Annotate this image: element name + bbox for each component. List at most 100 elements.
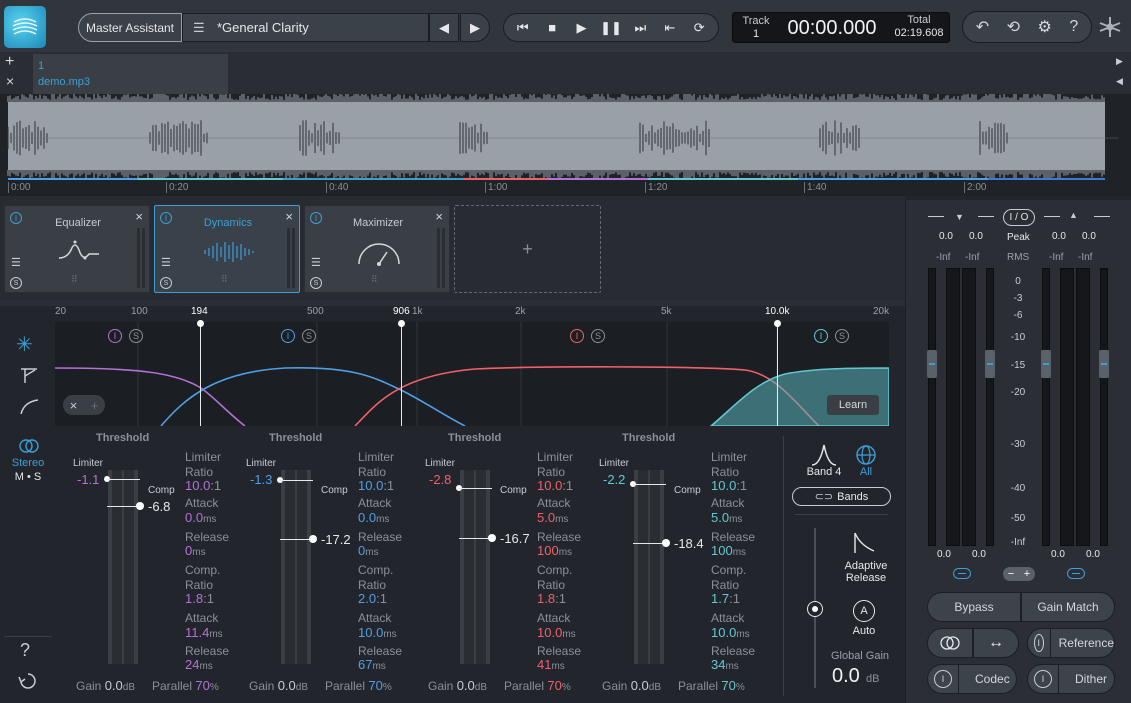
comp-attack-value[interactable]: 10.0ms (358, 625, 397, 640)
loop-button[interactable]: ⟳ (685, 20, 713, 36)
list-icon[interactable]: ☰ (161, 256, 171, 269)
comp-ratio-value[interactable]: 1.8:1 (185, 591, 214, 606)
parallel-control[interactable]: Parallel 70% (504, 678, 571, 693)
gain-match-button[interactable]: Gain Match (1021, 592, 1115, 622)
dither-power-icon[interactable]: I (1034, 670, 1052, 688)
band4-solo-icon[interactable]: S (835, 329, 849, 343)
comp-release-value[interactable]: 67ms (358, 657, 386, 672)
comp-threshold-handle[interactable] (136, 502, 144, 510)
limiter-threshold-value[interactable]: -1.3 (250, 472, 272, 487)
limiter-ratio-value[interactable]: 10.0:1 (358, 478, 394, 493)
limiter-ratio-value[interactable]: 10.0:1 (537, 478, 573, 493)
swap-channels-button[interactable]: ↔ (973, 628, 1019, 658)
output-gain-handle[interactable] (1041, 350, 1051, 378)
input-link-icon[interactable] (953, 568, 971, 579)
drag-handle-icon[interactable]: ⠿ (371, 274, 378, 285)
minus-icon[interactable]: − (1008, 568, 1014, 580)
solo-icon[interactable]: S (160, 277, 172, 289)
history-icon[interactable]: ⟲ (1007, 17, 1020, 37)
gain-control[interactable]: Gain 0.0dB (428, 678, 487, 693)
io-toggle[interactable]: I / O (1003, 209, 1035, 226)
band2-power-icon[interactable]: I (281, 329, 295, 343)
scroll-left-icon[interactable]: ◀ (1116, 76, 1123, 87)
loop-region-button[interactable]: ⇤ (656, 20, 684, 36)
crossover-line[interactable] (777, 322, 778, 426)
crossover-handle[interactable] (398, 320, 405, 327)
add-module-slot[interactable]: + (454, 205, 601, 293)
limiter-threshold-value[interactable]: -2.8 (429, 472, 451, 487)
comp-threshold-value[interactable]: -18.4 (674, 536, 704, 551)
link-bands-button[interactable]: ⊂⊃ Bands (792, 487, 891, 506)
limiter-attack-value[interactable]: 0.0ms (358, 510, 389, 525)
comp-ratio-value[interactable]: 1.7:1 (711, 591, 740, 606)
band1-power-icon[interactable]: I (108, 329, 122, 343)
comp-attack-value[interactable]: 10.0ms (537, 625, 576, 640)
input-down-icon[interactable]: ▼ (955, 212, 964, 222)
limiter-release-value[interactable]: 0ms (185, 543, 206, 558)
output-up-icon[interactable]: ▲ (1069, 210, 1078, 220)
band-add-remove[interactable]: × + (63, 395, 105, 415)
comp-threshold-handle[interactable] (488, 534, 496, 542)
plus-icon[interactable]: + (1024, 568, 1030, 580)
comp-threshold-value[interactable]: -6.8 (148, 499, 170, 514)
module-equalizer[interactable]: I Equalizer × ☰ S ⠿ (4, 205, 150, 293)
input-gain-handle-r[interactable] (985, 350, 995, 378)
limiter-release-value[interactable]: 0ms (358, 543, 379, 558)
crossover-mode-icon[interactable] (18, 366, 40, 386)
curve-mode-icon[interactable] (18, 396, 40, 416)
comp-release-value[interactable]: 41ms (537, 657, 565, 672)
next-track-button[interactable]: ⏭ (626, 20, 654, 36)
rewind-button[interactable]: ⏮ (509, 20, 537, 36)
comp-release-value[interactable]: 34ms (711, 657, 739, 672)
help-button[interactable]: ? (20, 640, 30, 661)
module-dynamics[interactable]: I Dynamics × ☰ S ⠿ (154, 205, 300, 293)
input-gain-slider-r[interactable] (986, 268, 994, 546)
drag-handle-icon[interactable]: ⠿ (221, 274, 228, 285)
add-file-button[interactable]: + (5, 53, 14, 71)
gain-control[interactable]: Gain 0.0dB (602, 678, 661, 693)
solo-icon[interactable]: S (310, 277, 322, 289)
comp-threshold-value[interactable]: -16.7 (500, 531, 530, 546)
file-tab[interactable]: 1 demo.mp3 (33, 54, 228, 94)
undo-icon[interactable]: ↶ (976, 17, 989, 37)
band2-solo-icon[interactable]: S (302, 329, 316, 343)
comp-release-value[interactable]: 24ms (185, 657, 213, 672)
auto-icon[interactable]: A (853, 600, 875, 622)
bypass-button[interactable]: Bypass (927, 592, 1021, 622)
pause-button[interactable]: ❚❚ (597, 20, 625, 36)
remove-band-icon[interactable]: × (70, 398, 78, 413)
parallel-control[interactable]: Parallel 70% (325, 678, 392, 693)
close-icon[interactable]: × (135, 209, 143, 224)
adaptive-release-icon[interactable] (852, 531, 876, 555)
limiter-ratio-value[interactable]: 10.0:1 (711, 478, 747, 493)
auto-label[interactable]: Auto (844, 625, 884, 637)
crossover-spectrum[interactable]: × + Learn (55, 322, 889, 426)
list-icon[interactable]: ☰ (311, 256, 321, 269)
parallel-control[interactable]: Parallel 70% (152, 678, 219, 693)
scroll-right-icon[interactable]: ▶ (1116, 56, 1123, 67)
threshold-meter[interactable] (634, 470, 664, 664)
learn-button[interactable]: Learn (827, 395, 879, 415)
band3-power-icon[interactable]: I (570, 329, 584, 343)
limiter-attack-value[interactable]: 0.0ms (185, 510, 216, 525)
comp-attack-value[interactable]: 11.4ms (185, 625, 223, 640)
output-gain-slider-r[interactable] (1100, 268, 1108, 546)
comp-attack-value[interactable]: 10.0ms (711, 625, 750, 640)
limiter-threshold-value[interactable]: -2.2 (603, 472, 625, 487)
close-icon[interactable]: × (435, 209, 443, 224)
crossover-handle[interactable] (197, 320, 204, 327)
assistant-figure-icon[interactable]: ✳ (16, 332, 33, 357)
limiter-threshold-value[interactable]: -1.1 (77, 472, 99, 487)
comp-ratio-value[interactable]: 1.8:1 (537, 591, 566, 606)
gear-icon[interactable]: ⚙ (1038, 17, 1052, 37)
close-icon[interactable]: × (285, 209, 293, 224)
help-icon[interactable]: ? (1069, 18, 1078, 36)
stereo-link-icon[interactable] (18, 437, 40, 455)
threshold-meter[interactable] (460, 470, 490, 664)
next-preset-button[interactable]: ▶ (460, 13, 490, 42)
band-select-label[interactable]: Band 4 (800, 466, 848, 478)
input-gain-slider[interactable] (928, 268, 936, 546)
stereo-label[interactable]: Stereo (8, 457, 48, 469)
output-gain-handle-r[interactable] (1099, 350, 1109, 378)
dither-button[interactable]: I Dither (1027, 664, 1115, 694)
